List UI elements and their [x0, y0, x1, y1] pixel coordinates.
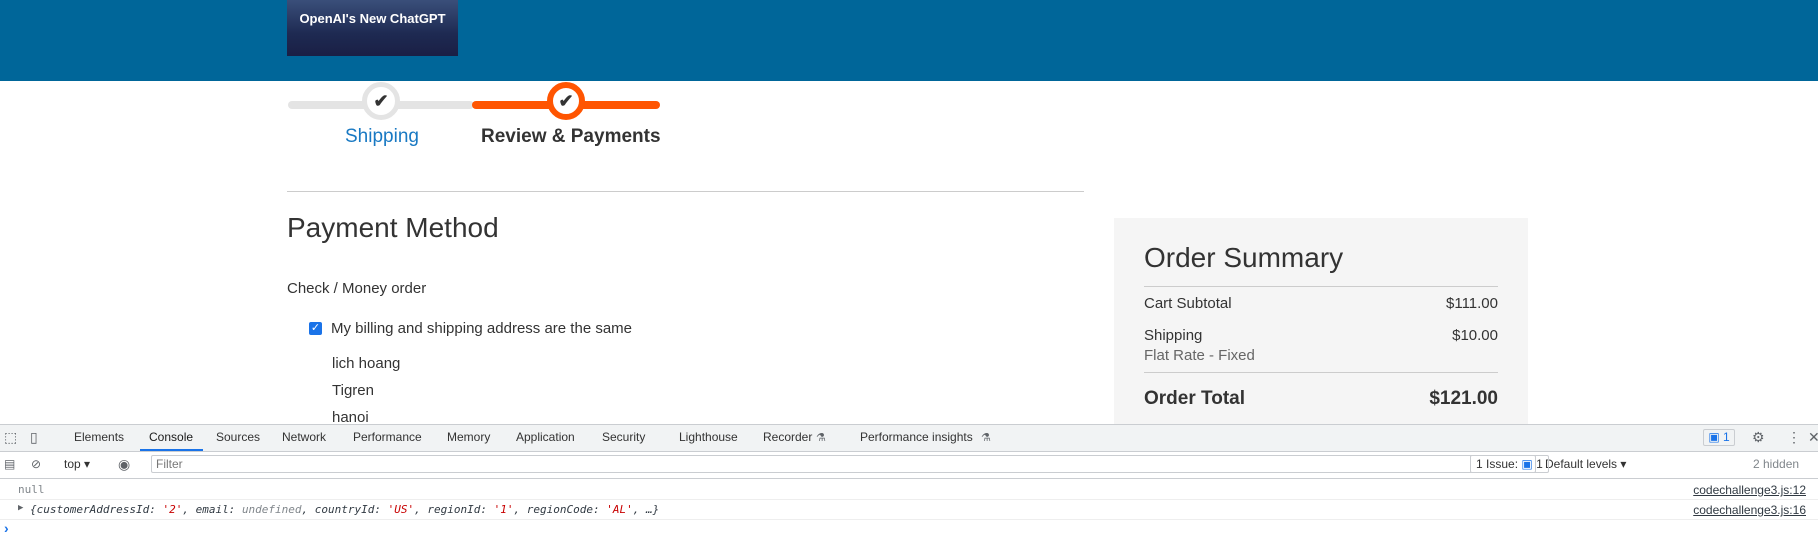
console-log-row[interactable]: ▶ {customerAddressId: '2', email: undefi…	[0, 499, 1818, 520]
section-divider	[287, 191, 1084, 192]
tab-recorder[interactable]: Recorder	[763, 430, 812, 444]
shipping-method: Flat Rate - Fixed	[1144, 347, 1255, 364]
console-message: null	[18, 483, 45, 496]
payment-method-title: Payment Method	[287, 212, 499, 243]
obj-part: 'AL'	[606, 503, 633, 516]
issues-badge[interactable]: 1 Issue: ▣ 1	[1470, 455, 1549, 473]
obj-part: 'US'	[387, 503, 415, 516]
shipping-label: Shipping	[1144, 327, 1203, 344]
flask-icon: ⚗	[816, 432, 826, 444]
obj-part: , regionCode:	[513, 503, 607, 516]
summary-divider	[1144, 286, 1498, 287]
issue-icon: ▣	[1521, 457, 1533, 471]
chat-icon: ▣	[1708, 430, 1723, 444]
issues-label: 1 Issue:	[1476, 457, 1519, 471]
tab-network[interactable]: Network	[282, 430, 326, 444]
obj-part: , …}	[632, 503, 660, 516]
console-log-row: null codechallenge3.js:12	[0, 479, 1818, 500]
site-header	[0, 0, 1818, 81]
billing-same-label: My billing and shipping address are the …	[331, 320, 633, 337]
billing-same-checkbox[interactable]: ✓	[309, 322, 322, 335]
shipping-value: $10.00	[1452, 327, 1498, 344]
close-devtools-icon[interactable]: ✕	[1808, 429, 1818, 446]
cart-subtotal-label: Cart Subtotal	[1144, 295, 1232, 312]
obj-part: undefined	[241, 503, 302, 516]
expand-triangle-icon[interactable]: ▶	[18, 503, 23, 513]
more-options-icon[interactable]: ⋮	[1787, 429, 1801, 446]
device-toolbar-icon[interactable]: ▯	[30, 429, 38, 446]
tab-lighthouse[interactable]: Lighthouse	[679, 430, 738, 444]
messages-badge[interactable]: ▣ 1	[1703, 429, 1735, 446]
logo-text: OpenAI's New ChatGPT	[299, 11, 446, 26]
tab-console[interactable]: Console	[149, 430, 193, 444]
step-shipping-link[interactable]: Shipping	[345, 126, 419, 148]
tab-security[interactable]: Security	[602, 430, 645, 444]
active-tab-indicator	[140, 449, 203, 451]
live-expression-eye-icon[interactable]: ◉	[118, 456, 130, 473]
messages-count: 1	[1722, 430, 1730, 444]
clear-console-icon[interactable]: ⊘	[31, 457, 41, 471]
tab-performance[interactable]: Performance	[353, 430, 422, 444]
cart-subtotal-value: $111.00	[1446, 295, 1498, 312]
summary-divider	[1144, 372, 1498, 373]
obj-part: '2'	[162, 503, 183, 516]
log-levels-value: Default levels	[1545, 457, 1618, 471]
hidden-count: 2 hidden	[1753, 457, 1800, 471]
devtools-tab-bar: ⬚ ▯ Elements Console Sources Network Per…	[0, 425, 1818, 452]
step-review-check-icon: ✔	[547, 82, 585, 120]
tab-memory[interactable]: Memory	[447, 430, 490, 444]
context-value: top	[64, 457, 81, 471]
order-total-label: Order Total	[1144, 388, 1245, 409]
obj-part: '1'	[493, 503, 514, 516]
step-review-label: Review & Payments	[481, 126, 661, 147]
sidebar-toggle-icon[interactable]: ▤	[4, 457, 15, 471]
obj-part: , countryId:	[301, 503, 388, 516]
order-total-value: $121.00	[1429, 388, 1498, 409]
logo-banner[interactable]: OpenAI's New ChatGPT	[287, 0, 458, 56]
tab-elements[interactable]: Elements	[74, 430, 124, 444]
address-line: lich hoang	[332, 355, 401, 372]
order-summary-title: Order Summary	[1144, 242, 1344, 273]
billing-same-row[interactable]: ✓ My billing and shipping address are th…	[309, 320, 632, 337]
tab-performance-insights[interactable]: Performance insights	[860, 430, 973, 444]
step-shipping-check-icon: ✔	[362, 82, 400, 120]
obj-part: , regionId:	[414, 503, 494, 516]
context-selector[interactable]: top ▾	[64, 457, 90, 471]
inspect-element-icon[interactable]: ⬚	[4, 429, 17, 446]
issues-count: 1	[1536, 457, 1543, 471]
source-link[interactable]: codechallenge3.js:12	[1693, 483, 1806, 497]
log-levels-dropdown[interactable]: Default levels ▾	[1545, 457, 1626, 471]
flask-icon: ⚗	[981, 432, 991, 444]
console-filter-input[interactable]: Filter	[151, 455, 1536, 473]
settings-gear-icon[interactable]: ⚙	[1752, 429, 1765, 446]
obj-part: {customerAddressId:	[30, 503, 163, 516]
tab-application[interactable]: Application	[516, 430, 575, 444]
tab-sources[interactable]: Sources	[216, 430, 260, 444]
console-prompt-icon[interactable]: ›	[4, 520, 9, 536]
obj-part: , email:	[182, 503, 242, 516]
source-link[interactable]: codechallenge3.js:16	[1693, 503, 1806, 517]
payment-option-label[interactable]: Check / Money order	[287, 280, 426, 297]
address-line: Tigren	[332, 382, 374, 399]
console-object[interactable]: {customerAddressId: '2', email: undefine…	[30, 503, 659, 516]
